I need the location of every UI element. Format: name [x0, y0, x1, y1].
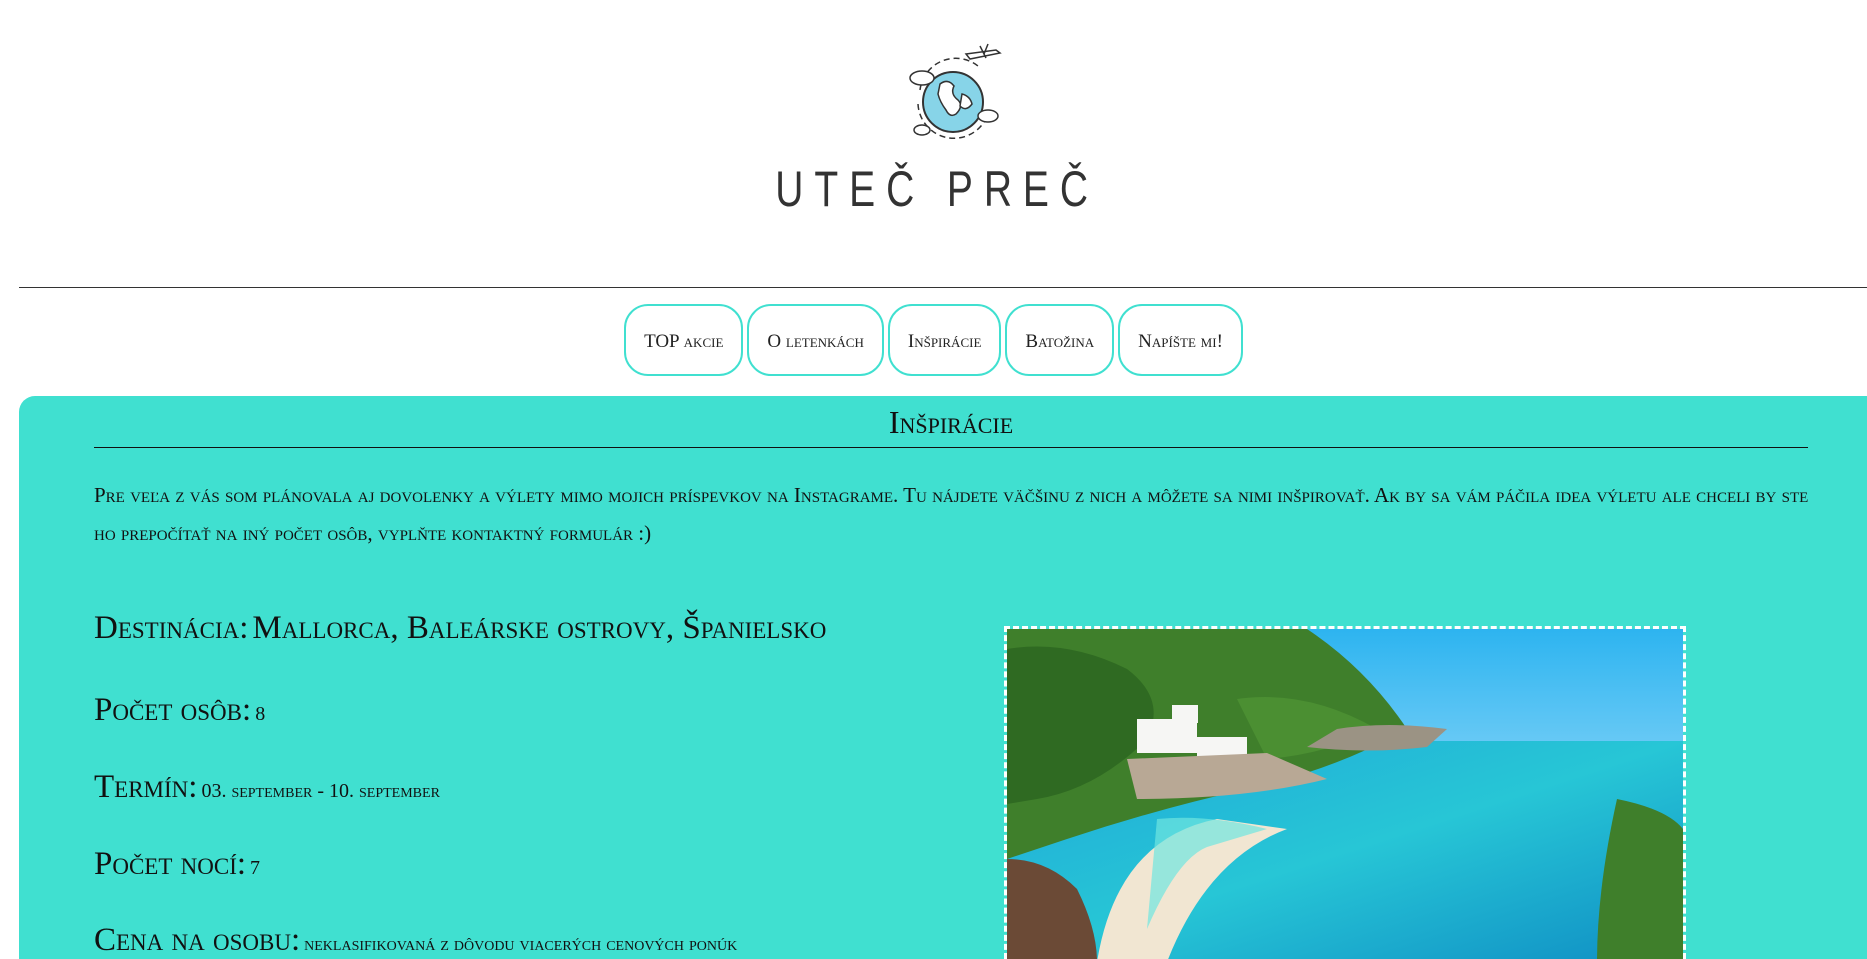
- destination-row: Destinácia: Mallorca, Baleárske ostrovy,…: [94, 610, 826, 647]
- price-label: Cena na osobu:: [94, 922, 301, 958]
- term-value: 03. september - 10. september: [201, 780, 440, 802]
- persons-row: Počet osôb: 8: [94, 692, 265, 729]
- content-panel: Inšpirácie Pre veľa z vás som plánovala …: [19, 396, 1867, 959]
- site-title: UTEČ PREČ: [775, 161, 1099, 217]
- nights-value: 7: [250, 857, 261, 879]
- destination-value: Mallorca, Baleárske ostrovy, Španielsko: [252, 610, 827, 646]
- nav-napiste-mi[interactable]: Napíšte mi!: [1118, 304, 1243, 376]
- nav-inspiracie[interactable]: Inšpirácie: [887, 304, 1002, 376]
- beach-illustration: [1007, 629, 1683, 959]
- globe-airplane-logo-icon: [909, 43, 1002, 140]
- price-value: neklasifikovaná z dôvodu viacerých cenov…: [304, 933, 738, 955]
- nights-row: Počet nocí: 7: [94, 846, 260, 883]
- persons-value: 8: [255, 703, 266, 725]
- header: UTEČ PREČ: [0, 0, 1867, 287]
- nav-list: TOP akcie O letenkách Inšpirácie Batožin…: [622, 304, 1245, 376]
- nights-label: Počet nocí:: [94, 846, 247, 882]
- persons-label: Počet osôb:: [94, 692, 252, 728]
- mallorca-beach-photo: [1004, 626, 1686, 959]
- nav-o-letenkach[interactable]: O letenkách: [747, 304, 884, 376]
- page-title: Inšpirácie: [94, 404, 1808, 448]
- nav-batozina[interactable]: Batožina: [1005, 304, 1115, 376]
- term-row: Termín: 03. september - 10. september: [94, 769, 440, 806]
- nav-top-akcie[interactable]: TOP akcie: [624, 304, 744, 376]
- term-label: Termín:: [94, 769, 198, 805]
- intro-text: Pre veľa z vás som plánovala aj dovolenk…: [94, 483, 1809, 545]
- main-navigation: TOP akcie O letenkách Inšpirácie Batožin…: [0, 304, 1867, 376]
- price-row: Cena na osobu: neklasifikovaná z dôvodu …: [94, 922, 737, 959]
- header-divider: [19, 287, 1867, 288]
- destination-label: Destinácia:: [94, 610, 249, 646]
